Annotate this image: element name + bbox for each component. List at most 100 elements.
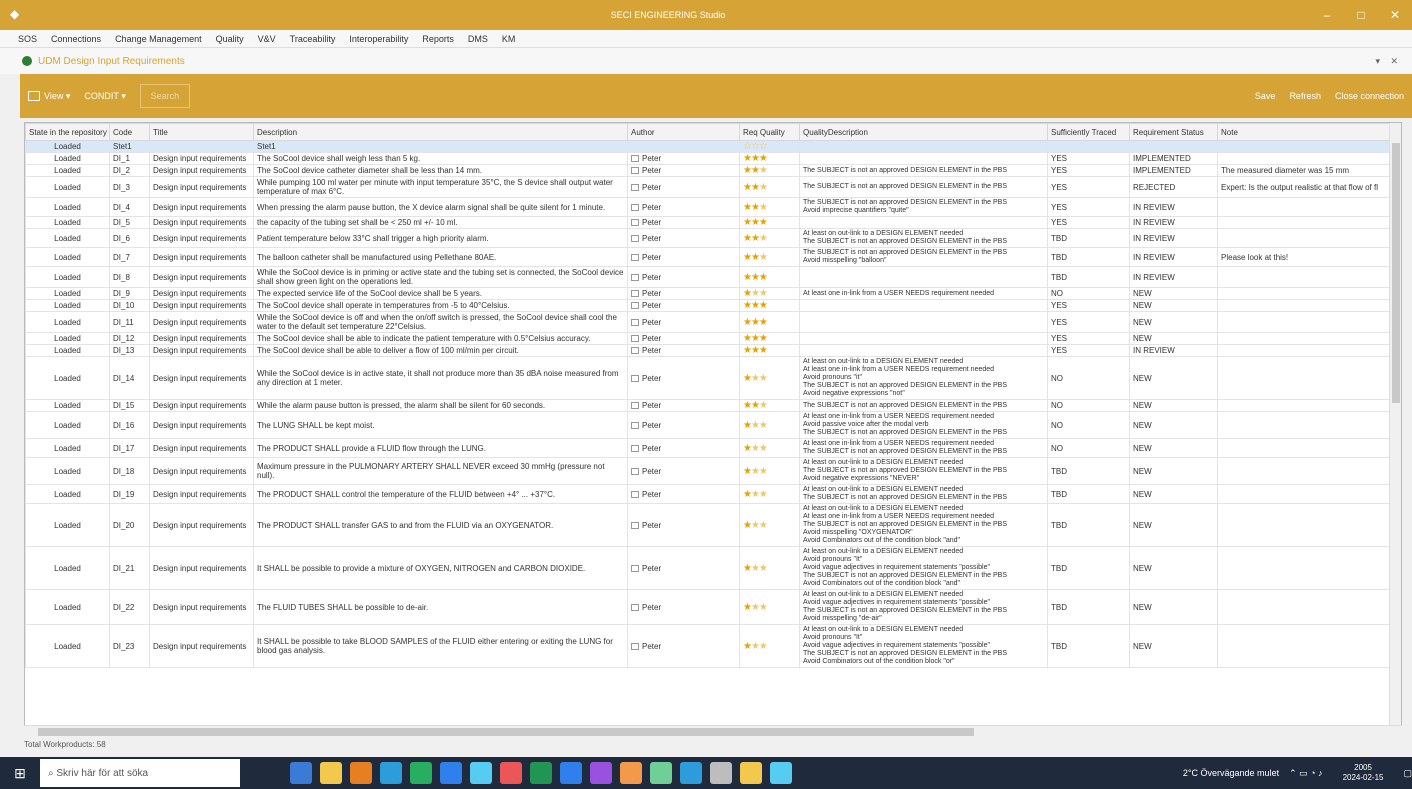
table-row[interactable]: Loaded DI_14 Design input requirements Whil… <box>25 356 1390 400</box>
table-row[interactable]: Loaded DI_19 Design input requirements The … <box>25 484 1390 504</box>
taskbar-app-icon[interactable] <box>590 762 612 784</box>
author-checkbox[interactable] <box>631 642 639 650</box>
table-row[interactable]: Loaded DI_1 Design input requirements The S… <box>25 152 1390 165</box>
filter-code[interactable]: Stet1 <box>109 140 150 153</box>
pin-close-icons[interactable]: ▾ ✕ <box>1375 56 1402 67</box>
author-checkbox[interactable] <box>631 603 639 611</box>
close-icon[interactable]: ✕ <box>1378 8 1412 22</box>
author-checkbox[interactable] <box>631 402 639 410</box>
author-checkbox[interactable] <box>631 183 639 191</box>
filter-qd[interactable] <box>799 140 1048 153</box>
menu-item-8[interactable]: DMS <box>468 34 488 44</box>
column-header-5[interactable]: Req Quality <box>739 123 800 141</box>
menu-item-3[interactable]: Quality <box>216 34 244 44</box>
author-checkbox[interactable] <box>631 335 639 343</box>
taskbar-app-icon[interactable] <box>470 762 492 784</box>
author-checkbox[interactable] <box>631 155 639 163</box>
filter-quality[interactable]: ☆☆☆ <box>739 140 800 153</box>
author-checkbox[interactable] <box>631 234 639 242</box>
author-checkbox[interactable] <box>631 273 639 281</box>
menu-item-7[interactable]: Reports <box>422 34 454 44</box>
menu-item-4[interactable]: V&V <box>258 34 276 44</box>
taskbar-app-icon[interactable] <box>740 762 762 784</box>
filter-button[interactable]: CONDIT ▾ <box>84 91 126 102</box>
author-checkbox[interactable] <box>631 167 639 175</box>
taskbar-app-icon[interactable] <box>320 762 342 784</box>
filter-desc[interactable]: Stet1 <box>253 140 628 153</box>
save-button[interactable]: Save <box>1255 91 1276 101</box>
filter-title[interactable] <box>149 140 254 153</box>
taskbar-app-icon[interactable] <box>620 762 642 784</box>
weather-widget[interactable]: 2°C Övervägande mulet <box>1183 768 1279 778</box>
table-row[interactable]: Loaded DI_3 Design input requirements While… <box>25 176 1390 198</box>
filter-traced[interactable] <box>1047 140 1130 153</box>
table-row[interactable]: Loaded DI_10 Design input requirements The … <box>25 299 1390 312</box>
taskbar-app-icon[interactable] <box>710 762 732 784</box>
horizontal-scroll-thumb[interactable] <box>38 728 974 736</box>
author-checkbox[interactable] <box>631 290 639 298</box>
taskbar-app-icon[interactable] <box>560 762 582 784</box>
menu-item-1[interactable]: Connections <box>51 34 101 44</box>
author-checkbox[interactable] <box>631 444 639 452</box>
column-header-1[interactable]: Code <box>109 123 150 141</box>
column-header-8[interactable]: Requirement Status <box>1129 123 1218 141</box>
author-checkbox[interactable] <box>631 302 639 310</box>
table-row[interactable]: Loaded DI_7 Design input requirements The b… <box>25 247 1390 267</box>
vertical-scrollbar[interactable] <box>1389 123 1401 736</box>
table-row[interactable]: Loaded DI_21 Design input requirements It S… <box>25 546 1390 590</box>
tray-icons[interactable]: ⌃ ▭ ◔ ♪ <box>1289 768 1322 779</box>
filter-author[interactable] <box>627 140 740 153</box>
table-row[interactable]: Loaded DI_22 Design input requirements The … <box>25 589 1390 625</box>
author-checkbox[interactable] <box>631 219 639 227</box>
author-checkbox[interactable] <box>631 253 639 261</box>
taskbar-app-icon[interactable] <box>440 762 462 784</box>
author-checkbox[interactable] <box>631 374 639 382</box>
author-checkbox[interactable] <box>631 490 639 498</box>
minimize-icon[interactable]: – <box>1310 8 1344 22</box>
view-button[interactable]: View ▾ <box>28 91 70 102</box>
menu-item-6[interactable]: Interoperability <box>349 34 408 44</box>
filter-note[interactable] <box>1217 140 1390 153</box>
column-header-4[interactable]: Author <box>627 123 740 141</box>
column-header-7[interactable]: Sufficiently Traced <box>1047 123 1130 141</box>
author-checkbox[interactable] <box>631 521 639 529</box>
taskbar-app-icon[interactable] <box>770 762 792 784</box>
maximize-icon[interactable]: □ <box>1344 8 1378 22</box>
refresh-button[interactable]: Refresh <box>1289 91 1321 101</box>
taskbar-app-icon[interactable] <box>380 762 402 784</box>
table-row[interactable]: Loaded DI_18 Design input requirements Maxi… <box>25 457 1390 485</box>
table-row[interactable]: Loaded DI_4 Design input requirements When … <box>25 197 1390 217</box>
filter-status[interactable] <box>1129 140 1218 153</box>
author-checkbox[interactable] <box>631 347 639 355</box>
table-row[interactable]: Loaded DI_15 Design input requirements Whil… <box>25 399 1390 412</box>
table-row[interactable]: Loaded DI_2 Design input requirements The S… <box>25 164 1390 177</box>
filter-row[interactable]: Loaded Stet1 Stet1 ☆☆☆ <box>25 140 1390 153</box>
author-checkbox[interactable] <box>631 467 639 475</box>
taskbar-app-icon[interactable] <box>290 762 312 784</box>
table-row[interactable]: Loaded DI_12 Design input requirements The … <box>25 332 1390 345</box>
notification-icon[interactable]: ▢ <box>1403 768 1412 779</box>
taskbar-app-icon[interactable] <box>530 762 552 784</box>
author-checkbox[interactable] <box>631 421 639 429</box>
taskbar-app-icon[interactable] <box>410 762 432 784</box>
table-row[interactable]: Loaded DI_20 Design input requirements The … <box>25 503 1390 547</box>
taskbar-app-icon[interactable] <box>350 762 372 784</box>
close-connection-button[interactable]: Close connection <box>1335 91 1404 101</box>
author-checkbox[interactable] <box>631 203 639 211</box>
author-checkbox[interactable] <box>631 318 639 326</box>
menu-item-9[interactable]: KM <box>502 34 516 44</box>
taskbar-app-icon[interactable] <box>650 762 672 784</box>
column-header-6[interactable]: QualityDescription <box>799 123 1048 141</box>
menu-item-0[interactable]: SOS <box>18 34 37 44</box>
vertical-scroll-thumb[interactable] <box>1392 143 1400 403</box>
taskbar-app-icon[interactable] <box>500 762 522 784</box>
author-checkbox[interactable] <box>631 564 639 572</box>
table-row[interactable]: Loaded DI_11 Design input requirements Whil… <box>25 311 1390 333</box>
horizontal-scrollbar[interactable] <box>24 725 1402 737</box>
filter-state[interactable]: Loaded <box>25 140 110 153</box>
table-row[interactable]: Loaded DI_17 Design input requirements The … <box>25 438 1390 458</box>
table-row[interactable]: Loaded DI_6 Design input requirements Patie… <box>25 228 1390 248</box>
clock[interactable]: 2005 2024-02-15 <box>1333 763 1384 783</box>
column-header-9[interactable]: Note <box>1217 123 1390 141</box>
table-row[interactable]: Loaded DI_16 Design input requirements The … <box>25 411 1390 439</box>
